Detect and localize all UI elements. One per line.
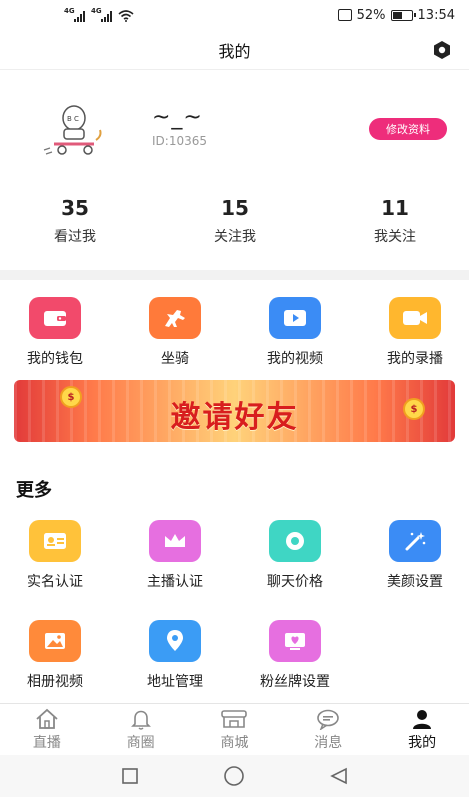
menu-label: 粉丝牌设置 — [260, 674, 330, 690]
menu-label: 我的录播 — [387, 351, 443, 367]
page-title: 我的 — [218, 41, 251, 61]
fan-badge-icon — [269, 620, 321, 662]
banner-text: 邀请好友 — [170, 400, 299, 435]
tab-mine[interactable]: 我的 — [375, 704, 469, 755]
tab-messages[interactable]: 消息 — [281, 704, 375, 755]
menu-wallet[interactable]: 我的钱包 — [5, 297, 105, 368]
horse-icon — [149, 297, 201, 339]
wallet-icon — [29, 297, 81, 339]
menu-chat-price[interactable]: 聊天价格 — [245, 520, 345, 591]
home-circle-icon[interactable] — [223, 765, 245, 787]
settings-icon[interactable] — [431, 39, 453, 61]
message-icon — [317, 709, 340, 730]
bell-icon — [130, 710, 151, 730]
menu-host-verification[interactable]: 主播认证 — [125, 520, 225, 591]
menu-label: 地址管理 — [147, 674, 203, 690]
tab-label: 商城 — [220, 735, 249, 751]
menu-label: 主播认证 — [147, 574, 203, 590]
clock: 13:54 — [417, 7, 455, 23]
menu-my-recordings[interactable]: 我的录播 — [365, 297, 465, 368]
svg-text:B C: B C — [67, 115, 79, 123]
menu-my-videos[interactable]: 我的视频 — [245, 297, 345, 368]
menu-address-management[interactable]: 地址管理 — [125, 620, 225, 691]
magic-wand-icon — [389, 520, 441, 562]
signal-icon: 4G — [64, 7, 85, 22]
menu-real-name-verification[interactable]: 实名认证 — [5, 520, 105, 591]
network-type-1: 4G — [64, 7, 75, 15]
bottom-tab-bar: 直播 商圈 商城 消息 我的 — [0, 703, 469, 755]
wifi-icon — [118, 10, 134, 22]
stat-value: 11 — [381, 196, 409, 220]
menu-label: 美颜设置 — [387, 574, 443, 590]
edit-profile-button[interactable]: 修改资料 — [369, 118, 447, 140]
id-card-icon — [29, 520, 81, 562]
section-title-more: 更多 — [16, 480, 52, 501]
video-camera-icon — [389, 297, 441, 339]
tab-label: 消息 — [314, 735, 343, 751]
system-nav-bar — [0, 755, 469, 797]
tab-store[interactable]: 商城 — [188, 704, 282, 755]
back-triangle-icon[interactable] — [329, 767, 349, 785]
recent-apps-icon[interactable] — [121, 767, 139, 785]
menu-label: 我的钱包 — [27, 351, 83, 367]
tab-live[interactable]: 直播 — [0, 704, 94, 755]
avatar[interactable]: B C — [40, 100, 108, 162]
signal-icon-2: 4G — [91, 7, 112, 22]
menu-album-videos[interactable]: 相册视频 — [5, 620, 105, 691]
page-header: 我的 — [0, 30, 469, 70]
nickname: ~_~ — [152, 105, 203, 130]
stat-label: 我关注 — [374, 229, 416, 245]
profile-icon — [413, 710, 432, 729]
tab-label: 商圈 — [126, 735, 155, 751]
status-bar: 4G 4G 52% 13:54 — [0, 0, 469, 30]
photo-album-icon — [29, 620, 81, 662]
menu-label: 我的视频 — [267, 351, 323, 367]
store-icon — [221, 710, 248, 728]
tab-business[interactable]: 商圈 — [94, 704, 188, 755]
menu-label: 相册视频 — [27, 674, 83, 690]
invite-friends-banner[interactable]: $ $ 邀请好友 — [14, 380, 455, 442]
stat-value: 15 — [221, 196, 249, 220]
network-type-2: 4G — [91, 7, 102, 15]
crown-icon — [149, 520, 201, 562]
menu-label: 聊天价格 — [267, 574, 323, 590]
chat-price-icon — [269, 520, 321, 562]
menu-beauty-settings[interactable]: 美颜设置 — [365, 520, 465, 591]
menu-label: 实名认证 — [27, 574, 83, 590]
menu-label: 坐骑 — [161, 351, 189, 367]
stat-followers[interactable]: 15 关注我 — [175, 196, 295, 246]
location-pin-icon — [149, 620, 201, 662]
stat-value: 35 — [61, 196, 89, 220]
stat-label: 看过我 — [54, 229, 96, 245]
tab-label: 直播 — [32, 735, 61, 751]
user-id: ID:10365 — [152, 134, 207, 148]
battery-icon — [390, 9, 416, 21]
home-icon — [36, 708, 58, 729]
menu-mount[interactable]: 坐骑 — [125, 297, 225, 368]
menu-fan-badge-settings[interactable]: 粉丝牌设置 — [245, 620, 345, 691]
vibrate-icon — [337, 9, 352, 21]
play-icon — [269, 297, 321, 339]
stat-label: 关注我 — [214, 229, 256, 245]
stat-viewed-me[interactable]: 35 看过我 — [15, 196, 135, 246]
section-divider — [0, 270, 469, 280]
battery-percent: 52% — [356, 7, 386, 23]
stat-following[interactable]: 11 我关注 — [335, 196, 455, 246]
tab-label: 我的 — [408, 735, 437, 751]
